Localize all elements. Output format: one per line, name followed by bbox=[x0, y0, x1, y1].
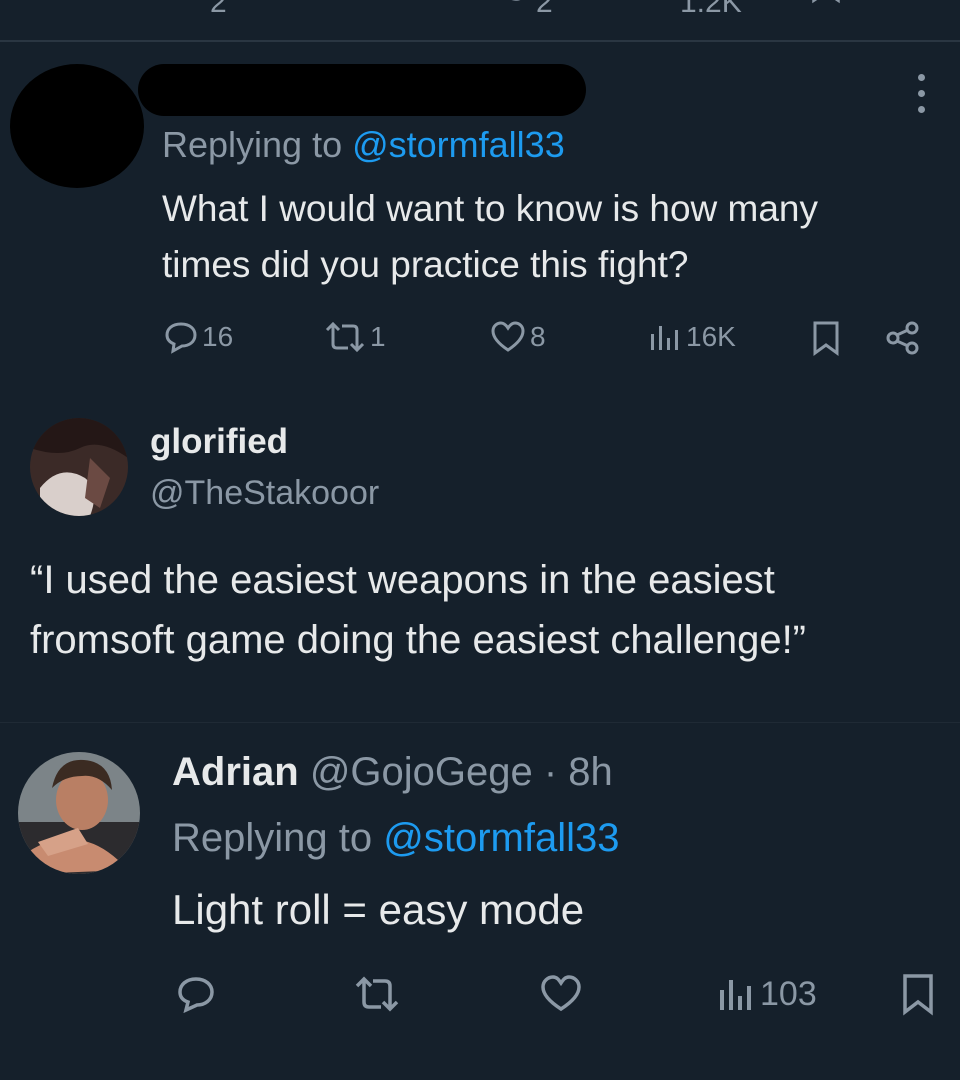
reply-button[interactable] bbox=[176, 974, 216, 1014]
bookmark-button[interactable] bbox=[810, 320, 842, 356]
views-button[interactable]: 103 bbox=[716, 974, 817, 1014]
views-icon bbox=[648, 320, 682, 354]
display-name[interactable]: glorified bbox=[150, 422, 288, 462]
reply-icon[interactable] bbox=[170, 0, 210, 12]
views-icon bbox=[716, 974, 756, 1014]
tweet-text-line: times did you practice this fight? bbox=[162, 244, 689, 285]
timeline: 2 2 1.2K Replying to @stormfall33 What I… bbox=[0, 0, 960, 1080]
like-icon[interactable] bbox=[496, 0, 536, 12]
avatar[interactable] bbox=[30, 418, 128, 516]
bookmark-icon bbox=[900, 972, 936, 1016]
quote-text-line: fromsoft game doing the easiest challeng… bbox=[30, 618, 806, 662]
replying-to-handle[interactable]: @stormfall33 bbox=[352, 124, 565, 165]
views-button[interactable]: 16K bbox=[648, 320, 736, 354]
replying-to-line: Replying to @stormfall33 bbox=[172, 816, 619, 861]
repost-button[interactable]: 1 bbox=[324, 320, 386, 354]
quote-text-line: “I used the easiest weapons in the easie… bbox=[30, 558, 775, 602]
reply-icon bbox=[164, 320, 198, 354]
replying-to-line: Replying to @stormfall33 bbox=[162, 124, 565, 166]
like-button[interactable] bbox=[540, 974, 582, 1014]
repost-count: 1 bbox=[370, 321, 386, 352]
share-icon[interactable] bbox=[890, 0, 930, 12]
share-button[interactable] bbox=[884, 320, 922, 356]
replying-to-label: Replying to bbox=[162, 124, 353, 165]
reply-icon bbox=[176, 974, 216, 1014]
repost-icon[interactable] bbox=[328, 0, 368, 12]
reply-count: 2 bbox=[210, 0, 227, 19]
replying-to-label: Replying to bbox=[172, 816, 384, 860]
bookmark-button[interactable] bbox=[900, 972, 936, 1016]
avatar-redacted[interactable] bbox=[10, 64, 144, 188]
bookmark-icon[interactable] bbox=[808, 0, 848, 12]
views-count: 1.2K bbox=[680, 0, 742, 19]
heart-icon bbox=[490, 320, 526, 354]
display-name[interactable]: Adrian bbox=[172, 750, 299, 794]
repost-icon bbox=[354, 974, 400, 1014]
tweet-text: Light roll = easy mode bbox=[172, 886, 585, 933]
views-count: 16K bbox=[686, 321, 736, 352]
author-line: Adrian @GojoGege · 8h bbox=[172, 750, 613, 795]
like-count: 2 bbox=[536, 0, 553, 19]
previous-tweet-action-bar: 2 2 1.2K bbox=[0, 0, 960, 40]
avatar[interactable] bbox=[18, 752, 140, 874]
replying-to-handle[interactable]: @stormfall33 bbox=[383, 816, 619, 860]
handle-and-time[interactable]: @GojoGege · 8h bbox=[310, 750, 613, 794]
bookmark-icon bbox=[810, 320, 842, 356]
name-redacted bbox=[138, 64, 586, 116]
heart-icon bbox=[540, 974, 582, 1014]
tweet-text-line: What I would want to know is how many bbox=[162, 188, 819, 229]
more-options-icon[interactable] bbox=[912, 72, 932, 116]
repost-icon bbox=[324, 320, 366, 354]
share-icon bbox=[884, 320, 922, 356]
reply-count: 16 bbox=[202, 321, 234, 352]
user-handle[interactable]: @TheStakooor bbox=[150, 474, 379, 513]
divider bbox=[0, 40, 960, 42]
views-count: 103 bbox=[760, 974, 817, 1013]
like-count: 8 bbox=[530, 321, 546, 352]
reply-button[interactable]: 16 bbox=[164, 320, 233, 354]
like-button[interactable]: 8 bbox=[490, 320, 546, 354]
repost-button[interactable] bbox=[354, 974, 400, 1014]
